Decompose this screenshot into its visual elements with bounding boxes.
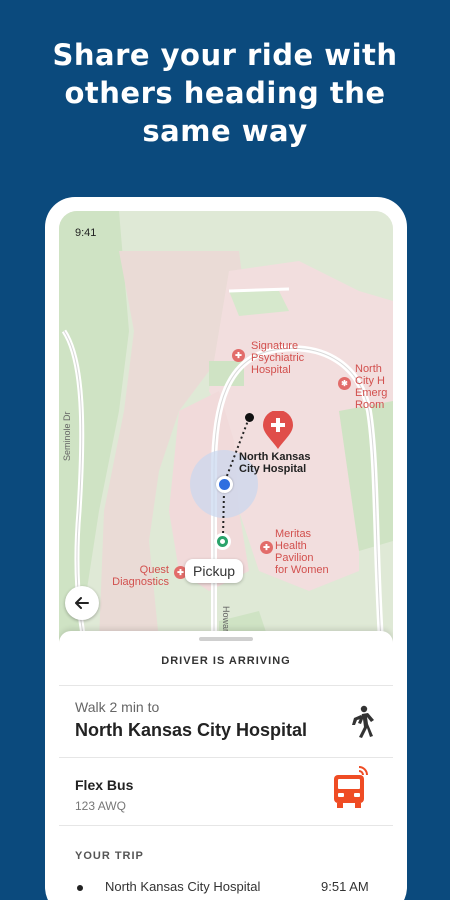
walking-icon bbox=[352, 705, 374, 738]
street-label-seminole: Seminole Dr bbox=[62, 411, 72, 461]
pickup-label[interactable]: Pickup bbox=[185, 559, 244, 583]
pickup-marker[interactable] bbox=[214, 533, 231, 550]
map-label-meritas: Meritas Health Pavilion for Women bbox=[275, 528, 329, 576]
map-label-nkc-hospital: North Kansas City Hospital bbox=[239, 451, 311, 475]
map-label-nkc-emergency: North City H Emerg Room bbox=[355, 363, 388, 411]
headline: Share your ride with others heading the … bbox=[0, 36, 450, 150]
walk-subtitle: Walk 2 min to bbox=[75, 699, 160, 715]
stop-time: 9:51 AM bbox=[321, 879, 369, 894]
back-button[interactable] bbox=[65, 586, 99, 620]
headline-line-2: others heading the bbox=[64, 76, 386, 110]
sheet-title: DRIVER IS ARRIVING bbox=[161, 655, 291, 667]
stop-dot-icon bbox=[77, 885, 83, 891]
headline-line-1: Share your ride with bbox=[52, 38, 398, 72]
status-time: 9:41 bbox=[75, 227, 97, 239]
hospital-marker-icon[interactable] bbox=[261, 411, 295, 451]
trip-title: YOUR TRIP bbox=[75, 850, 144, 862]
user-location-marker bbox=[216, 476, 233, 493]
map-label-quest: Quest Diagnostics bbox=[112, 564, 169, 588]
map[interactable]: 9:41 Seminole Dr Howard St ✚ Signature P… bbox=[59, 211, 393, 648]
divider bbox=[59, 757, 393, 758]
divider bbox=[59, 825, 393, 826]
meritas-poi-icon: ✚ bbox=[260, 541, 273, 554]
hospital-poi-icon: ✚ bbox=[232, 349, 245, 362]
arrow-left-icon bbox=[75, 597, 89, 609]
emergency-poi-icon: ✱ bbox=[338, 377, 351, 390]
driver-location-marker bbox=[245, 413, 254, 422]
map-label-signature: Signature Psychiatric Hospital bbox=[251, 340, 305, 376]
divider bbox=[59, 685, 393, 686]
phone-frame: 9:41 Seminole Dr Howard St ✚ Signature P… bbox=[45, 197, 407, 900]
bottom-sheet: DRIVER IS ARRIVING Walk 2 min to North K… bbox=[59, 631, 393, 900]
bus-name: Flex Bus bbox=[75, 777, 134, 793]
flex-bus-icon bbox=[334, 766, 368, 808]
stop-name: North Kansas City Hospital bbox=[105, 879, 261, 894]
phone-screen: 9:41 Seminole Dr Howard St ✚ Signature P… bbox=[59, 211, 393, 900]
headline-line-3: same way bbox=[142, 114, 308, 148]
sheet-handle[interactable] bbox=[199, 637, 253, 641]
bus-code: 123 AWQ bbox=[75, 799, 126, 813]
walk-destination: North Kansas City Hospital bbox=[75, 720, 308, 740]
